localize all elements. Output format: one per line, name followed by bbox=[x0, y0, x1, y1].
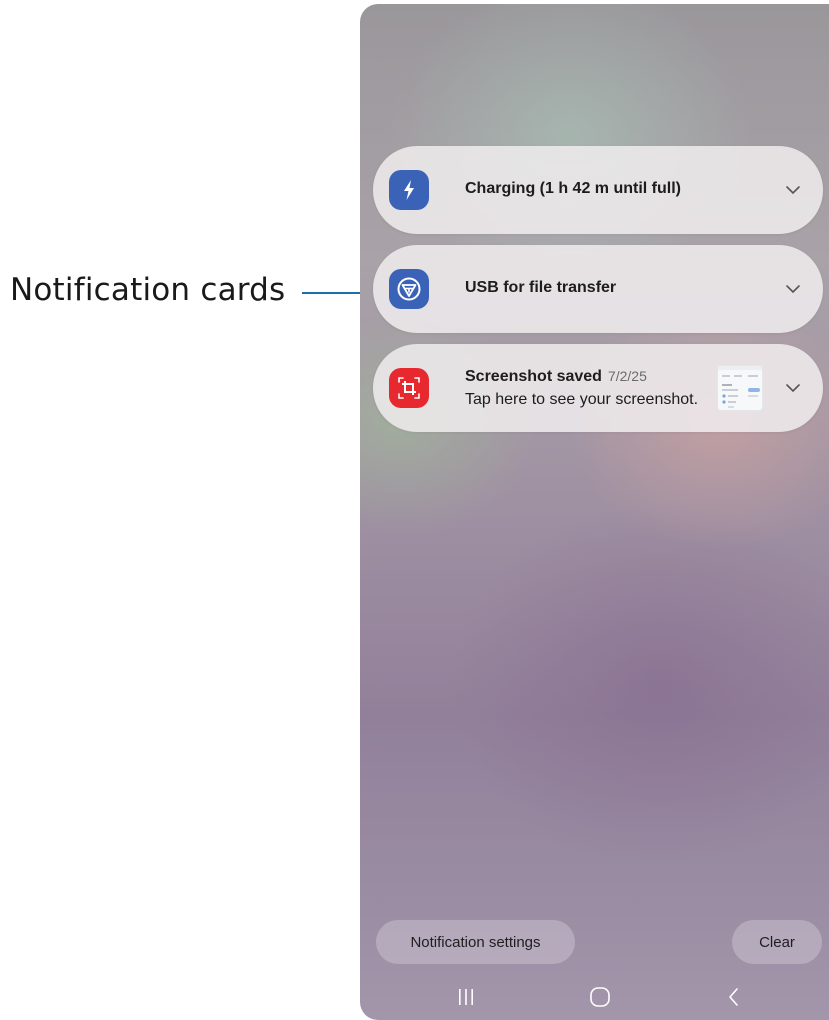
recents-icon[interactable] bbox=[451, 982, 481, 1012]
notification-title: Screenshot saved 7/2/25 bbox=[465, 368, 647, 386]
notification-card-screenshot[interactable]: Screenshot saved 7/2/25 Tap here to see y… bbox=[373, 344, 823, 432]
notification-panel: Charging (1 h 42 m until full) USB for f… bbox=[360, 4, 829, 1020]
notification-body: Tap here to see your screenshot. bbox=[465, 391, 699, 408]
notification-settings-button[interactable]: Notification settings bbox=[376, 920, 575, 964]
notification-card-charging[interactable]: Charging (1 h 42 m until full) bbox=[373, 146, 823, 234]
notification-title-text: Screenshot saved bbox=[465, 368, 602, 385]
clear-button[interactable]: Clear bbox=[732, 920, 822, 964]
screenshot-crop-icon bbox=[389, 368, 429, 408]
notification-title: Charging (1 h 42 m until full) bbox=[465, 180, 681, 197]
callout-label: Notification cards bbox=[10, 272, 286, 308]
home-icon[interactable] bbox=[585, 982, 615, 1012]
chevron-down-icon[interactable] bbox=[785, 281, 801, 297]
chevron-down-icon[interactable] bbox=[785, 182, 801, 198]
notification-time: 7/2/25 bbox=[607, 368, 647, 384]
notification-card-usb[interactable]: USB for file transfer bbox=[373, 245, 823, 333]
chevron-down-icon[interactable] bbox=[785, 380, 801, 396]
usb-icon bbox=[389, 269, 429, 309]
notification-title: USB for file transfer bbox=[465, 279, 617, 296]
back-icon[interactable] bbox=[719, 982, 749, 1012]
screenshot-thumbnail[interactable] bbox=[717, 365, 763, 411]
navigation-bar bbox=[360, 972, 829, 1020]
lightning-bolt-icon bbox=[389, 170, 429, 210]
